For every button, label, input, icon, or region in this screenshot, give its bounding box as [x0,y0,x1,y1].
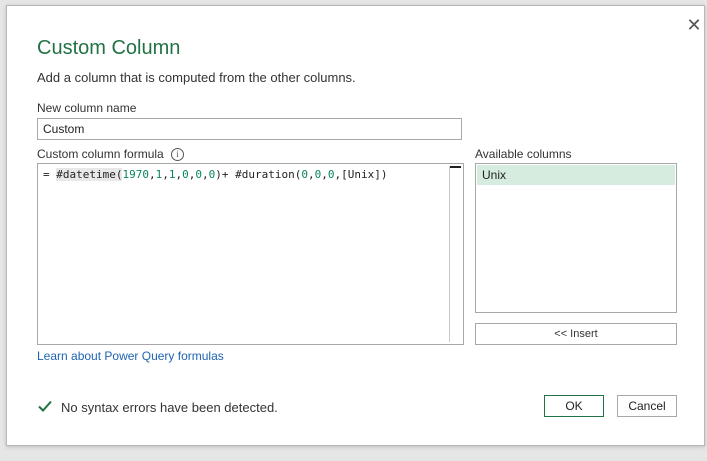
syntax-status: No syntax errors have been detected. [61,400,278,415]
insert-button[interactable]: << Insert [475,323,677,345]
cancel-button[interactable]: Cancel [617,395,677,417]
info-icon[interactable]: i [171,148,184,161]
list-item-unix[interactable]: Unix [477,165,675,185]
scrollbar-thumb[interactable] [450,166,461,168]
checkmark-icon [38,400,52,412]
available-columns-list[interactable]: Unix [475,163,677,313]
learn-formulas-link[interactable]: Learn about Power Query formulas [37,349,224,363]
formula-scrollbar[interactable] [449,166,461,342]
column-name-label: New column name [37,101,137,115]
ok-button[interactable]: OK [544,395,604,417]
custom-column-dialog: ✕ Custom Column Add a column that is com… [6,5,705,446]
formula-label: Custom column formula [37,147,164,161]
dialog-description: Add a column that is computed from the o… [37,70,356,85]
available-columns-label: Available columns [475,147,572,161]
formula-text: = #datetime(1970,1,1,0,0,0)+ #duration(0… [43,168,388,181]
formula-editor[interactable]: = #datetime(1970,1,1,0,0,0)+ #duration(0… [37,163,464,345]
column-name-input[interactable] [37,118,462,140]
dialog-title: Custom Column [37,37,181,59]
close-icon[interactable]: ✕ [684,15,704,35]
